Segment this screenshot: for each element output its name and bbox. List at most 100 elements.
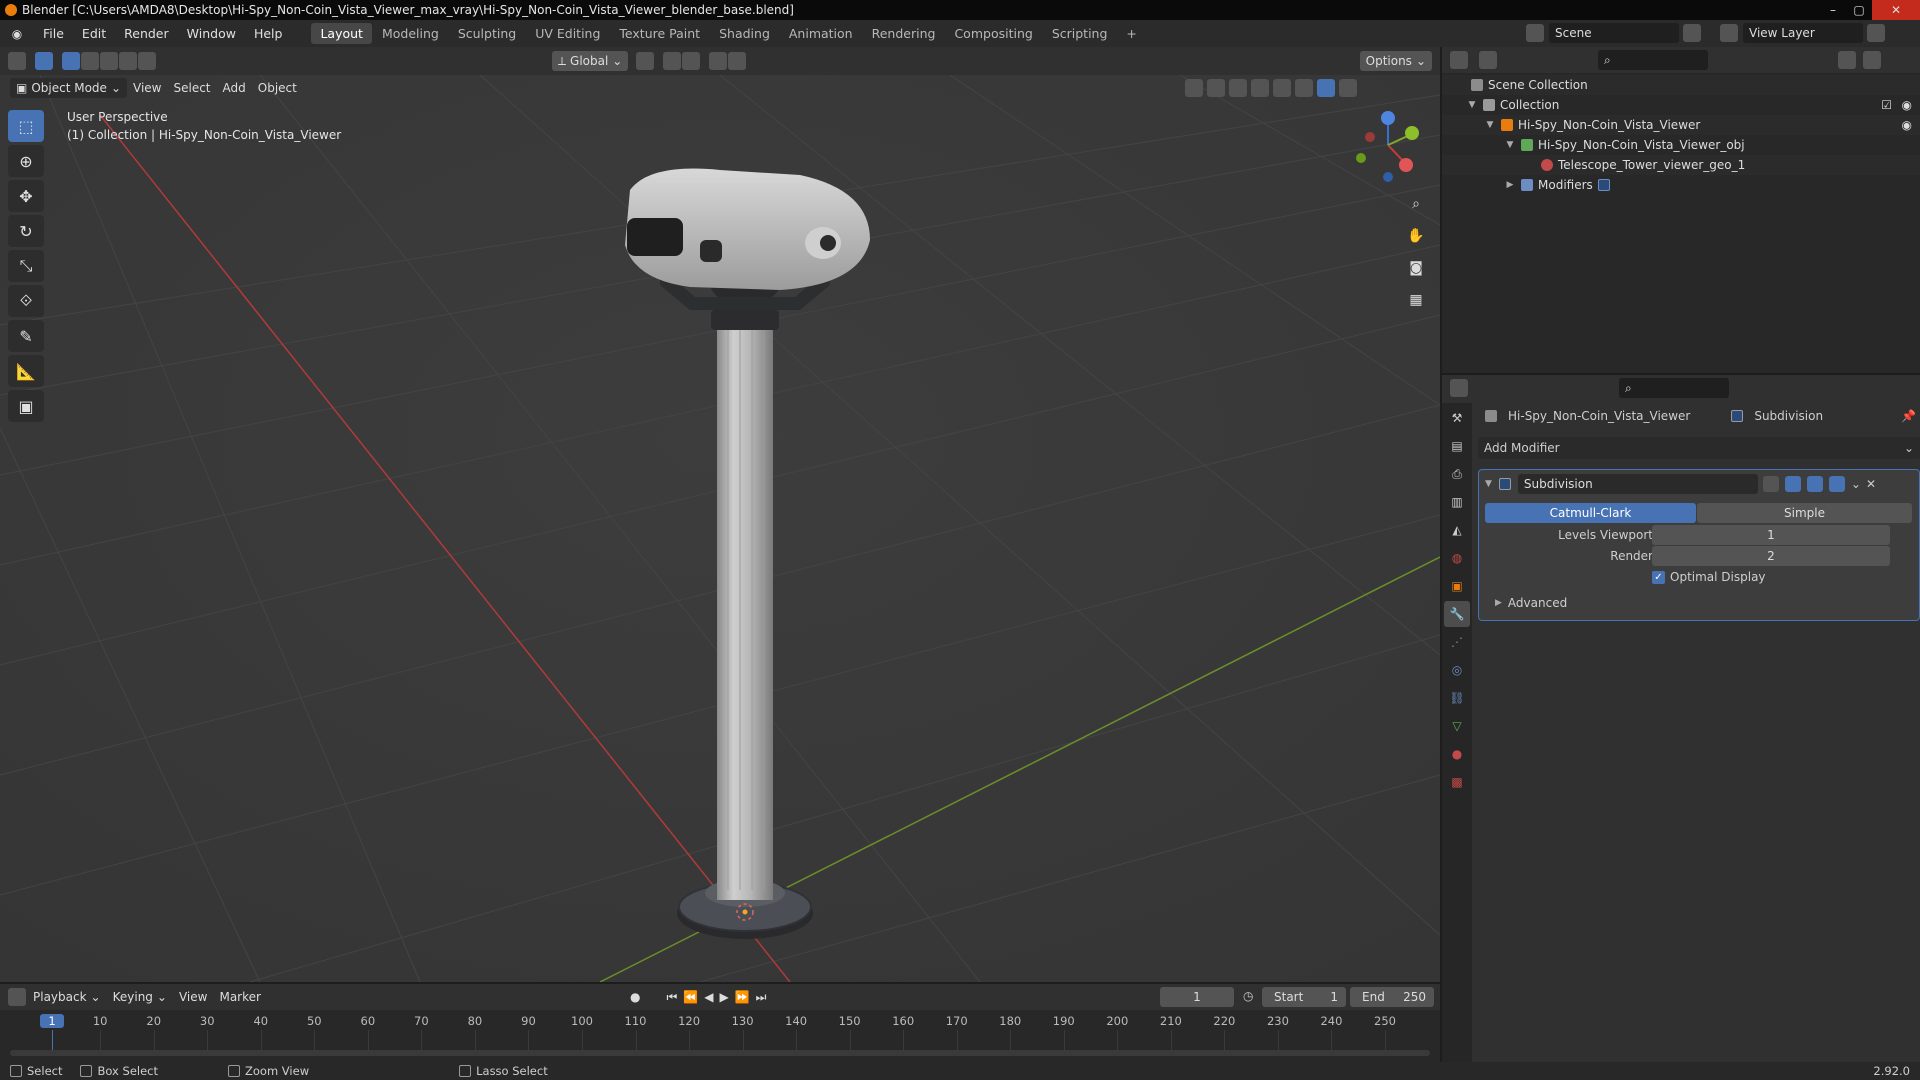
modifier-name-field[interactable]: Subdivision (1517, 474, 1758, 494)
tree-mesh-data[interactable]: ▼ Hi-Spy_Non-Coin_Vista_Viewer_obj (1442, 135, 1920, 155)
menu-help[interactable]: Help (245, 26, 292, 41)
xray-toggle-icon[interactable] (1251, 79, 1269, 97)
menu-add[interactable]: Add (217, 78, 252, 98)
menu-edit[interactable]: Edit (73, 26, 115, 41)
add-modifier-dropdown[interactable]: Add Modifier ⌄ (1478, 437, 1920, 459)
tab-shading[interactable]: Shading (710, 23, 779, 44)
material-shading-icon[interactable] (1317, 79, 1335, 97)
editor-type-icon[interactable] (8, 988, 26, 1006)
menu-select[interactable]: Select (167, 78, 216, 98)
timeline-scrollbar[interactable] (10, 1050, 1430, 1056)
new-scene-icon[interactable] (1683, 24, 1701, 42)
minimize-button[interactable]: – (1820, 0, 1846, 20)
select-mode-extend-icon[interactable] (81, 52, 99, 70)
add-workspace-button[interactable]: + (1117, 23, 1145, 44)
select-mode-intersect-icon[interactable] (138, 52, 156, 70)
simple-button[interactable]: Simple (1697, 503, 1912, 523)
remove-modifier-icon[interactable]: ✕ (1866, 477, 1876, 491)
texture-tab-icon[interactable]: ▩ (1444, 769, 1470, 795)
scene-tab-icon[interactable]: ◭ (1444, 517, 1470, 543)
snap-icon[interactable] (663, 52, 682, 70)
add-cube-tool-icon[interactable]: ▣ (8, 390, 44, 422)
proportional-edit-icon[interactable] (709, 52, 728, 70)
expand-arrow-icon[interactable]: ▶ (1495, 598, 1502, 608)
modifier-tab-icon[interactable]: 🔧 (1444, 601, 1470, 627)
wireframe-shading-icon[interactable] (1273, 79, 1291, 97)
transform-tool-icon[interactable]: ⟐ (8, 285, 44, 317)
overlay-toggle-icon[interactable] (1229, 79, 1247, 97)
editor-type-icon[interactable] (8, 52, 26, 70)
jump-start-icon[interactable]: ⏮ (666, 990, 677, 1005)
expand-arrow-icon[interactable]: ▼ (1484, 120, 1496, 130)
scene-field[interactable]: Scene (1549, 23, 1679, 43)
tab-compositing[interactable]: Compositing (945, 23, 1041, 44)
close-button[interactable]: ✕ (1872, 0, 1920, 20)
world-tab-icon[interactable]: ◍ (1444, 545, 1470, 571)
play-icon[interactable]: ▶ (719, 990, 728, 1004)
ortho-grid-icon[interactable]: ▦ (1402, 286, 1430, 314)
move-tool-icon[interactable]: ✥ (8, 180, 44, 212)
eye-icon[interactable]: ◉ (1902, 118, 1912, 132)
clock-icon[interactable]: ◷ (1243, 989, 1253, 1003)
tab-modeling[interactable]: Modeling (373, 23, 448, 44)
tree-scene-collection[interactable]: Scene Collection (1442, 75, 1920, 95)
outliner-search-input[interactable]: ⌕ (1598, 50, 1708, 70)
editor-type-icon[interactable] (1450, 379, 1468, 397)
tree-modifiers[interactable]: ▶ Modifiers (1442, 175, 1920, 195)
options-dropdown[interactable]: Options ⌄ (1359, 51, 1432, 71)
optimal-display-checkbox[interactable]: ✓ (1652, 570, 1665, 584)
exclude-checkbox[interactable]: ☑ (1881, 98, 1892, 112)
end-frame-field[interactable]: End 250 (1350, 987, 1434, 1007)
select-mode-invert-icon[interactable] (119, 52, 137, 70)
pan-hand-icon[interactable]: ✋ (1402, 222, 1430, 250)
tab-rendering[interactable]: Rendering (863, 23, 945, 44)
select-tool-icon[interactable] (35, 52, 53, 70)
eye-icon[interactable]: ◉ (1902, 98, 1912, 112)
data-tab-icon[interactable]: ▽ (1444, 713, 1470, 739)
filter-icon[interactable] (1838, 51, 1856, 69)
next-keyframe-icon[interactable]: ⏩ (735, 990, 750, 1004)
scene-icon[interactable] (1526, 24, 1544, 42)
visibility-icon[interactable] (1185, 79, 1203, 97)
render-toggle-icon[interactable] (1806, 476, 1823, 492)
timeline-view-menu[interactable]: View (173, 987, 213, 1007)
camera-view-icon[interactable]: ◙ (1402, 254, 1430, 282)
expand-arrow-icon[interactable]: ▼ (1504, 140, 1516, 150)
collapse-arrow-icon[interactable]: ▼ (1485, 479, 1492, 489)
current-frame-field[interactable]: 1 (1160, 987, 1234, 1007)
physics-tab-icon[interactable]: ◎ (1444, 657, 1470, 683)
zoom-icon[interactable]: ⌕ (1402, 190, 1430, 218)
display-mode-icon[interactable] (1479, 51, 1497, 69)
tab-animation[interactable]: Animation (780, 23, 862, 44)
catmull-clark-button[interactable]: Catmull-Clark (1485, 503, 1696, 523)
tab-texture-paint[interactable]: Texture Paint (610, 23, 709, 44)
keying-menu[interactable]: Keying ⌄ (107, 987, 173, 1007)
select-box-tool-icon[interactable]: ⬚ (8, 110, 44, 142)
3d-viewport[interactable]: User Perspective (1) Collection | Hi-Spy… (0, 75, 1440, 982)
properties-search-input[interactable]: ⌕ (1619, 378, 1729, 398)
tab-uv-editing[interactable]: UV Editing (526, 23, 609, 44)
menu-render[interactable]: Render (115, 26, 178, 41)
optimal-display-row[interactable]: ✓ Optimal Display (1652, 570, 1766, 584)
advanced-subpanel[interactable]: ▶ Advanced (1495, 596, 1567, 610)
constraints-tab-icon[interactable]: ⛓ (1444, 685, 1470, 711)
cursor-tool-icon[interactable]: ⊕ (8, 145, 44, 177)
new-view-layer-icon[interactable] (1867, 24, 1885, 42)
solid-shading-icon[interactable] (1295, 79, 1313, 97)
cage-toggle-icon[interactable] (1828, 476, 1845, 492)
playback-menu[interactable]: Playback ⌄ (27, 987, 107, 1007)
pin-icon[interactable]: 📌 (1901, 409, 1916, 423)
play-reverse-icon[interactable]: ◀ (704, 990, 713, 1004)
pivot-point-icon[interactable] (636, 52, 655, 70)
chevron-down-icon[interactable]: ⌄ (1851, 477, 1861, 491)
menu-object[interactable]: Object (252, 78, 303, 98)
record-icon[interactable]: ● (630, 990, 640, 1004)
tree-material[interactable]: Telescope_Tower_viewer_geo_1 (1442, 155, 1920, 175)
view-layer-tab-icon[interactable]: ▥ (1444, 489, 1470, 515)
measure-tool-icon[interactable]: 📐 (8, 355, 44, 387)
editor-type-icon[interactable] (1450, 51, 1468, 69)
rotate-tool-icon[interactable]: ↻ (8, 215, 44, 247)
tool-tab-icon[interactable]: ⚒ (1444, 405, 1470, 431)
tab-sculpting[interactable]: Sculpting (449, 23, 525, 44)
expand-arrow-icon[interactable]: ▼ (1466, 100, 1478, 110)
